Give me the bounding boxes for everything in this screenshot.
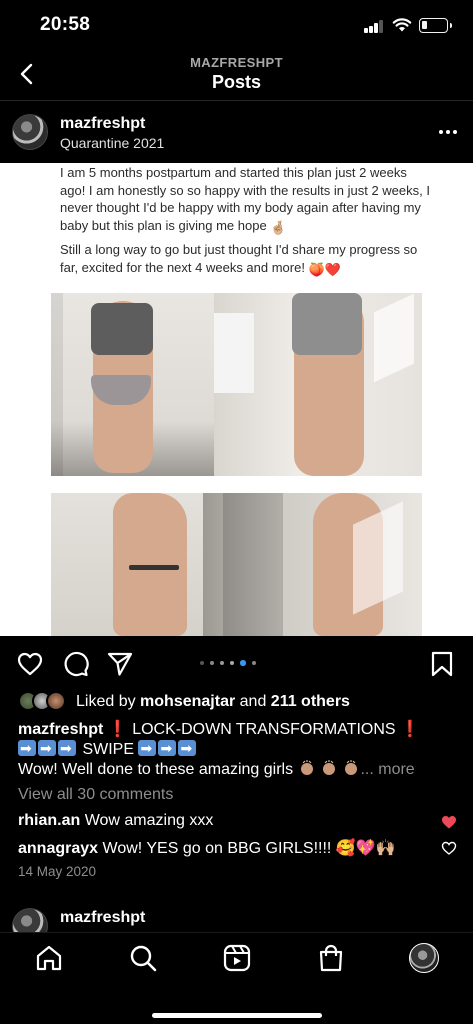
caption-username[interactable]: mazfreshpt (18, 721, 103, 738)
save-bookmark-icon[interactable] (428, 650, 456, 678)
image-caption-text-1: I am 5 months postpartum and started thi… (60, 165, 430, 235)
status-time: 20:58 (40, 14, 91, 35)
comment-icon[interactable] (62, 650, 90, 678)
caption-swipe: SWIPE (82, 741, 135, 758)
post-header: mazfreshpt Quarantine 2021 (0, 108, 473, 156)
comment-username[interactable]: rhian.an (18, 812, 80, 829)
comment-like-heart-filled-icon[interactable] (441, 815, 457, 829)
more-options-icon[interactable] (437, 122, 459, 142)
post-action-bar (0, 646, 473, 680)
home-indicator (152, 1013, 322, 1018)
status-bar: 20:58 (0, 0, 473, 52)
right-arrow-emoji (38, 738, 56, 758)
comment-text: Wow amazing xxx (84, 812, 214, 829)
progress-photo-front-before (51, 293, 214, 476)
comment-row: rhian.an Wow amazing xxx (18, 812, 438, 830)
next-post-avatar[interactable] (12, 908, 48, 932)
posts-header: MAZFRESHPT Posts (0, 52, 473, 98)
right-arrow-emoji (18, 738, 36, 758)
likes-summary[interactable]: Liked by mohsenajtar and 211 others (18, 690, 458, 712)
progress-photo-front-after (214, 293, 422, 476)
right-arrow-emoji (178, 738, 197, 758)
like-heart-icon[interactable] (16, 650, 44, 678)
comment-text: Wow! YES go on BBG GIRLS!!!! (102, 840, 332, 857)
clap-emoji-icon (345, 760, 358, 775)
next-post-header: mazfreshpt (0, 906, 473, 932)
carousel-indicator (200, 660, 264, 668)
likes-text: Liked by mohsenajtar and 211 others (76, 693, 350, 710)
clap-emoji-icon (300, 760, 313, 775)
comment-emoji: 🥰💖🙌🏼 (335, 840, 396, 857)
post-location[interactable]: Quarantine 2021 (60, 135, 164, 151)
post-avatar[interactable] (12, 114, 48, 150)
caption-more-link[interactable]: ... more (360, 761, 414, 778)
cellular-signal-icon (364, 19, 384, 33)
clap-emoji-icon (323, 760, 335, 775)
shop-icon[interactable] (316, 943, 346, 973)
exclamation-emoji: ❗ (400, 721, 420, 738)
battery-icon (419, 18, 452, 33)
next-post-username[interactable]: mazfreshpt (60, 909, 145, 927)
reels-icon[interactable] (222, 943, 252, 973)
home-icon[interactable] (34, 943, 64, 973)
post-username[interactable]: mazfreshpt (60, 115, 145, 133)
caption-body: Wow! Well done to these amazing girls (18, 761, 294, 778)
bottom-navigation (0, 932, 473, 1024)
progress-photo-back-after (203, 493, 422, 636)
comment-username[interactable]: annagrayx (18, 840, 98, 857)
comment-row: annagrayx Wow! YES go on BBG GIRLS!!!! 🥰… (18, 838, 438, 858)
likes-others[interactable]: 211 others (271, 693, 350, 710)
page-title: Posts (211, 72, 262, 92)
right-arrow-emoji (58, 738, 76, 758)
caption-headline: LOCK-DOWN TRANSFORMATIONS (132, 721, 396, 738)
liker-avatars (18, 691, 68, 711)
exclamation-emoji: ❗ (107, 721, 128, 738)
comment-like-heart-icon[interactable] (441, 841, 457, 855)
progress-photo-back-before (51, 493, 203, 636)
post-date: 14 May 2020 (18, 864, 97, 879)
share-icon[interactable] (106, 650, 134, 678)
right-arrow-emoji (158, 738, 177, 758)
search-icon[interactable] (128, 943, 158, 973)
profile-avatar[interactable] (409, 943, 439, 973)
header-username: MAZFRESHPT (190, 55, 283, 70)
post-image[interactable]: I am 5 months postpartum and started thi… (0, 163, 473, 636)
wifi-icon (392, 18, 412, 32)
liker-username[interactable]: mohsenajtar (140, 693, 235, 710)
image-caption-text-2: Still a long way to go but just thought … (60, 242, 418, 277)
view-all-comments-link[interactable]: View all 30 comments (18, 786, 173, 804)
header-divider (0, 100, 473, 101)
post-caption: mazfreshpt ❗ LOCK-DOWN TRANSFORMATIONS ❗… (18, 720, 458, 780)
right-arrow-emoji (138, 738, 157, 758)
